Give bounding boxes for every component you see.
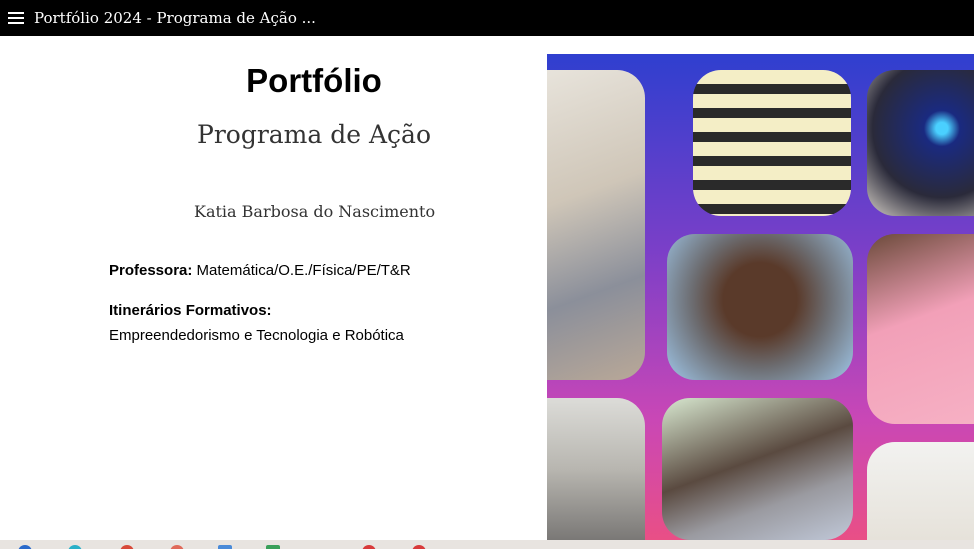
collage-photo [867, 442, 974, 540]
collage-photo [867, 70, 974, 216]
itinerarios-value: Empreendedorismo e Tecnologia e Robótica [109, 327, 404, 344]
professor-label: Professora: [109, 262, 193, 279]
top-bar: Portfólio 2024 - Programa de Ação ... [0, 0, 974, 36]
itinerarios-label: Itinerários Formativos: [109, 302, 272, 319]
professor-line: Professora: Matemática/O.E./Física/PE/T&… [109, 262, 411, 279]
taskbar-app-icon[interactable] [218, 545, 232, 549]
collage-photo [867, 234, 974, 424]
collage-photo [547, 70, 645, 380]
collage-photo [547, 398, 645, 540]
photo-collage [547, 54, 974, 540]
collage-photo [693, 70, 851, 216]
collage-photo [662, 398, 853, 540]
professor-subjects: Matemática/O.E./Física/PE/T&R [192, 262, 411, 279]
collage-photo [667, 234, 853, 380]
taskbar [0, 540, 974, 549]
hamburger-menu-icon[interactable] [8, 12, 24, 24]
author-name: Katia Barbosa do Nascimento [194, 202, 436, 221]
taskbar-app-icon[interactable] [266, 545, 280, 549]
slide-title: Portfólio [246, 62, 382, 99]
slide-canvas: Portfólio Programa de Ação Katia Barbosa… [0, 36, 974, 540]
slide-subtitle: Programa de Ação [197, 120, 431, 149]
document-title: Portfólio 2024 - Programa de Ação ... [34, 9, 316, 27]
